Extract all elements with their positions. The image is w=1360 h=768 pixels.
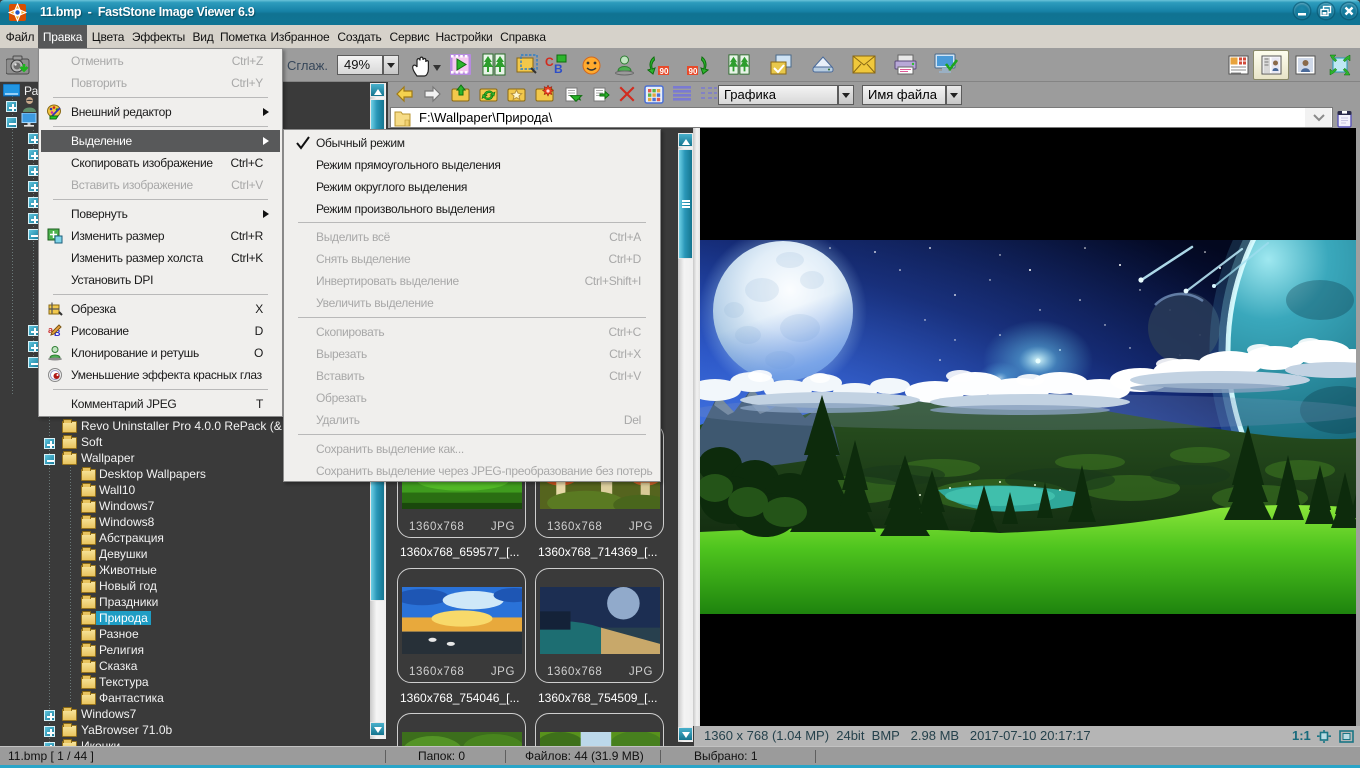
svg-text:B: B xyxy=(554,62,563,76)
svg-text:C: C xyxy=(545,55,554,69)
svg-text:90: 90 xyxy=(660,67,669,76)
svg-text:90: 90 xyxy=(689,67,698,76)
